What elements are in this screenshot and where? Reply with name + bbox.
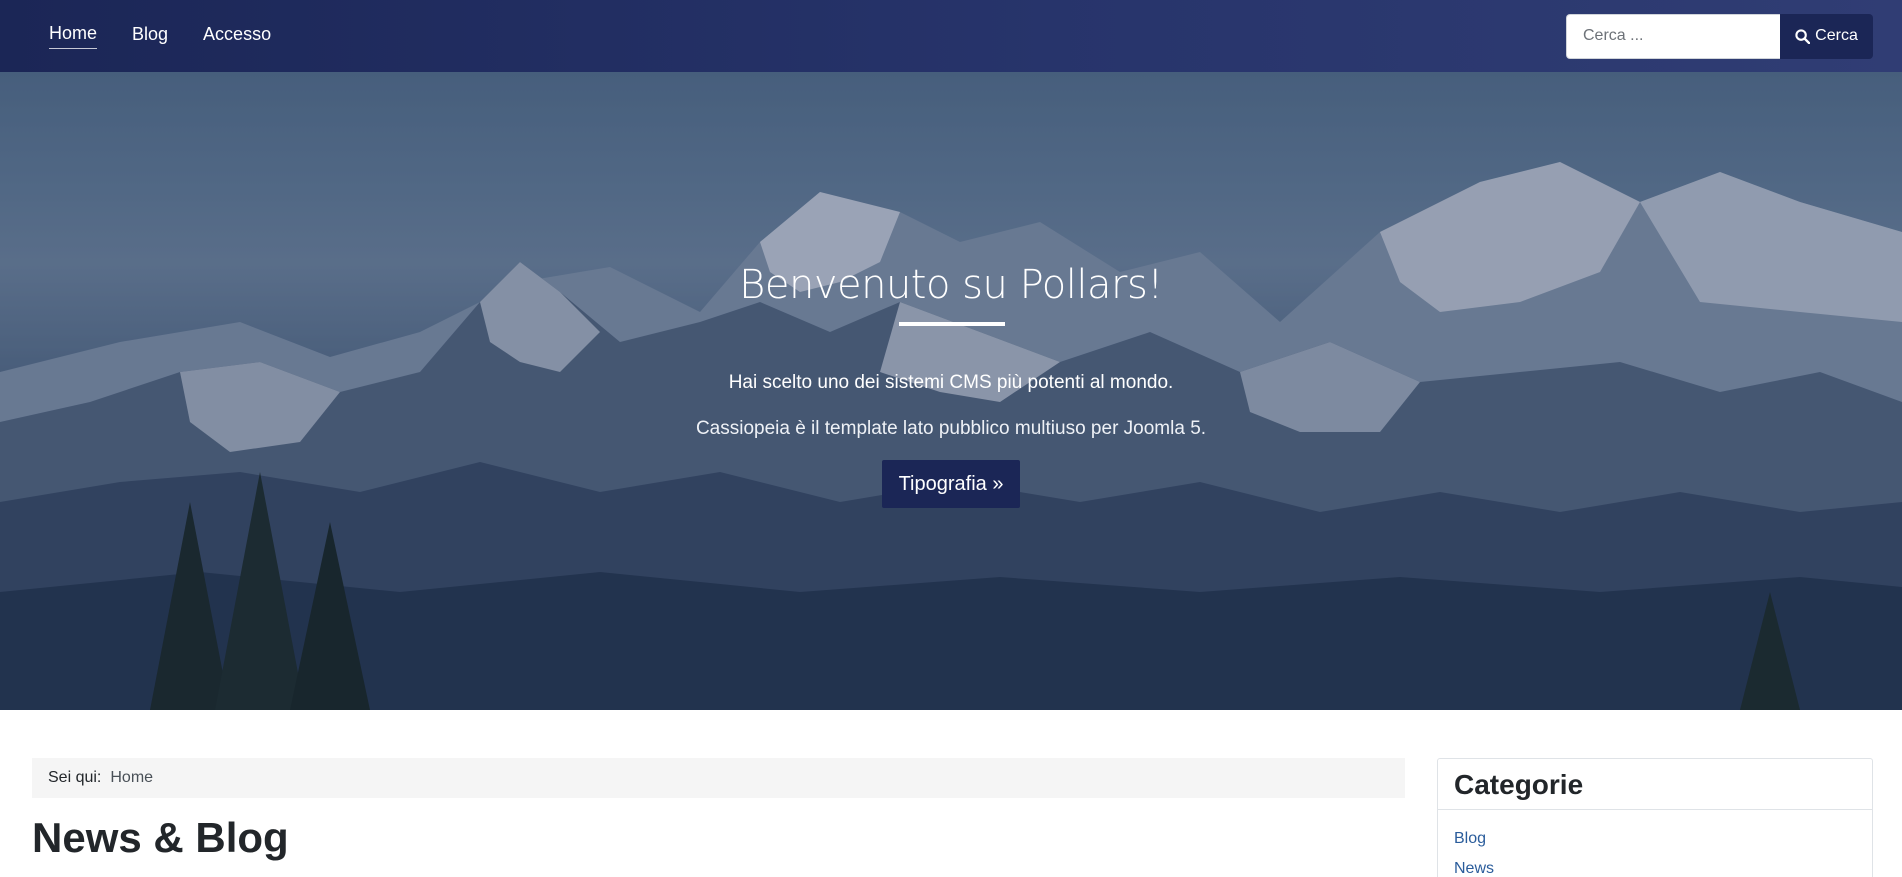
page-title: News & Blog bbox=[32, 814, 289, 861]
breadcrumb-item-home[interactable]: Home bbox=[110, 769, 153, 787]
breadcrumb: Sei qui: Home bbox=[32, 758, 1405, 798]
nav-item-blog[interactable]: Blog bbox=[132, 24, 168, 49]
breadcrumb-label: Sei qui: bbox=[48, 769, 102, 786]
search-form: Cerca bbox=[1566, 13, 1873, 59]
category-link-news[interactable]: News bbox=[1454, 860, 1494, 877]
search-icon bbox=[1795, 28, 1811, 44]
hero-subtitle: Hai scelto uno dei sistemi CMS più poten… bbox=[728, 372, 1174, 393]
categories-module: Categorie Blog News bbox=[1437, 758, 1873, 877]
list-item: News bbox=[1454, 860, 1856, 877]
main-nav: Home Blog Accesso bbox=[49, 23, 271, 49]
hero-description: Cassiopeia è il template lato pubblico m… bbox=[695, 418, 1207, 439]
search-button[interactable]: Cerca bbox=[1780, 13, 1873, 59]
list-item: Blog bbox=[1454, 830, 1856, 848]
search-button-label: Cerca bbox=[1815, 27, 1858, 44]
nav-item-home[interactable]: Home bbox=[49, 23, 98, 49]
categories-title: Categorie bbox=[1438, 759, 1872, 810]
hero-title: Benvenuto su Pollars! bbox=[739, 262, 1163, 308]
categories-list: Blog News bbox=[1438, 810, 1872, 877]
hero-banner: Benvenuto su Pollars! Hai scelto uno dei… bbox=[0, 72, 1902, 710]
hero-divider bbox=[899, 322, 1005, 326]
search-input[interactable] bbox=[1566, 13, 1780, 59]
nav-item-accesso[interactable]: Accesso bbox=[203, 24, 271, 49]
hero-content: Benvenuto su Pollars! Hai scelto uno dei… bbox=[0, 72, 1902, 710]
typography-button[interactable]: Tipografia » bbox=[882, 460, 1020, 508]
site-header: Home Blog Accesso Cerca bbox=[0, 0, 1902, 72]
category-link-blog[interactable]: Blog bbox=[1454, 830, 1486, 847]
